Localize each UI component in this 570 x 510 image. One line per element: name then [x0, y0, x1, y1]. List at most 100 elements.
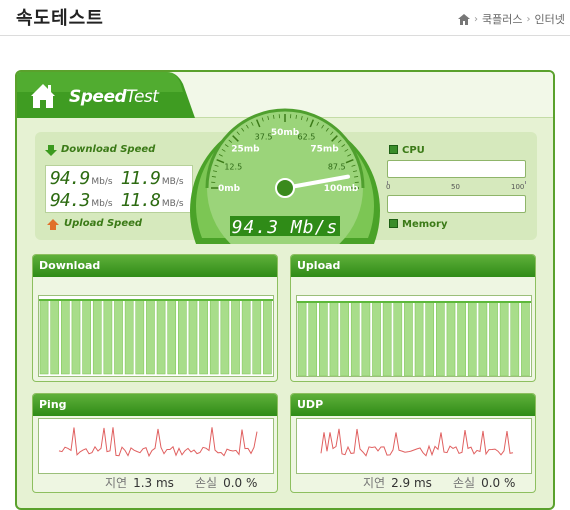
upload-mbytes: 11.8 — [121, 190, 160, 211]
upload-panel: Upload — [290, 254, 536, 382]
upload-panel-title: Upload — [291, 255, 535, 277]
graph-bar — [362, 302, 370, 376]
cpu-icon — [389, 145, 398, 154]
ping-loss-value: 0.0 % — [223, 476, 257, 490]
udp-panel: UDP 지연2.9 ms 손실 0.0 % — [290, 393, 536, 493]
scale-label-100: 100 — [511, 183, 524, 191]
download-panel-title: Download — [33, 255, 277, 277]
udp-loss-key: 손실 — [453, 476, 475, 490]
graph-bar — [372, 302, 380, 376]
upload-mbps: 94.3 — [50, 190, 89, 211]
graph-bar — [479, 302, 487, 376]
latency-line — [321, 429, 513, 456]
upload-readout-row: 94.3 Mb/s 11.8 MB/s — [50, 190, 190, 212]
graph-bar — [263, 300, 271, 374]
graph-bar — [253, 300, 261, 374]
graph-bar — [394, 302, 402, 376]
gauge-label: 50mb — [271, 128, 300, 138]
gauge-label: 62.5 — [298, 132, 316, 141]
memory-icon — [389, 219, 398, 228]
graph-bar — [168, 300, 176, 374]
ping-latency-value: 1.3 ms — [133, 476, 174, 490]
gauge-label: 12.5 — [224, 163, 242, 172]
graph-bar — [298, 302, 306, 376]
graph-bar — [114, 300, 122, 374]
upload-speed-label: Upload Speed — [64, 218, 142, 229]
speedtest-logo: SpeedTest — [17, 72, 197, 118]
graph-bar — [521, 302, 529, 376]
ping-latency: 지연 1.3 ms — [105, 474, 174, 491]
download-arrow-icon — [45, 145, 57, 157]
cpu-label: CPU — [389, 145, 425, 156]
ping-loss: 손실 0.0 % — [195, 474, 257, 491]
graph-bar — [51, 300, 59, 374]
upload-mbytes-unit: MB/s — [162, 199, 184, 209]
graph-bar — [61, 300, 69, 374]
cpu-bar — [387, 160, 526, 178]
graph-bar — [125, 300, 133, 374]
graph-bar — [511, 302, 519, 376]
logo-text-thin: Test — [126, 87, 158, 107]
graph-bar — [83, 300, 91, 374]
gauge-speed-unit: Mb/s — [291, 217, 338, 238]
graph-bar — [72, 300, 80, 374]
gauge-label: 0mb — [218, 184, 241, 194]
graph-bar — [458, 302, 466, 376]
graph-bar — [341, 302, 349, 376]
home-icon[interactable] — [458, 14, 470, 25]
graph-bar — [136, 300, 144, 374]
breadcrumb: › 쿡플러스 › 인터넷 — [458, 11, 565, 27]
graph-bar — [221, 300, 229, 374]
udp-graph — [296, 418, 532, 474]
download-panel: Download — [32, 254, 278, 382]
memory-label: Memory — [389, 219, 447, 230]
usage-scale: 0 50 100 — [387, 181, 526, 193]
ping-loss-key: 손실 — [195, 476, 217, 490]
download-mbytes-unit: MB/s — [162, 177, 184, 187]
chevron-right-icon: › — [474, 14, 478, 25]
graph-bar — [500, 302, 508, 376]
upload-mbps-unit: Mb/s — [91, 199, 112, 209]
gauge-label: 37.5 — [255, 132, 273, 141]
download-mbps: 94.9 — [50, 168, 89, 189]
graph-bar — [146, 300, 154, 374]
breadcrumb-item-internet[interactable]: 인터넷 — [534, 11, 564, 27]
graph-bar — [468, 302, 476, 376]
graph-bar — [231, 300, 239, 374]
gauge-label: 75mb — [310, 144, 339, 154]
udp-latency: 지연2.9 ms — [363, 474, 432, 491]
scale-label-50: 50 — [451, 183, 460, 191]
graph-bar — [200, 300, 208, 374]
upload-graph — [296, 295, 532, 377]
gauge-label: 87.5 — [328, 163, 346, 172]
breadcrumb-item-cookplus[interactable]: 쿡플러스 — [482, 11, 522, 27]
gauge-speed-value: 94.3 Mb/s — [190, 217, 380, 238]
memory-bar — [387, 195, 526, 213]
download-mbps-unit: Mb/s — [91, 177, 112, 187]
graph-bar — [383, 302, 391, 376]
udp-panel-title: UDP — [291, 394, 535, 416]
ping-panel-title: Ping — [33, 394, 277, 416]
cpu-label-text: CPU — [402, 145, 425, 156]
graph-bar — [426, 302, 434, 376]
download-readout-row: 94.9 Mb/s 11.9 MB/s — [50, 168, 190, 190]
graph-bar — [40, 300, 48, 374]
graph-bar — [319, 302, 327, 376]
gauge-label: 100mb — [324, 184, 359, 194]
graph-bar — [178, 300, 186, 374]
memory-label-text: Memory — [402, 219, 447, 230]
ping-panel: Ping 지연 1.3 ms 손실 0.0 % — [32, 393, 278, 493]
graph-bar — [309, 302, 317, 376]
scale-label-0: 0 — [386, 183, 390, 191]
upload-arrow-icon — [47, 219, 59, 231]
graph-bar — [447, 302, 455, 376]
ping-latency-key: 지연 — [105, 476, 127, 490]
latency-line — [59, 427, 257, 456]
page-title: 속도테스트 — [16, 4, 104, 30]
graph-bar — [489, 302, 497, 376]
speed-readout: 94.9 Mb/s 11.9 MB/s 94.3 Mb/s 11.8 MB/s — [45, 165, 193, 213]
download-speed-label: Download Speed — [61, 144, 155, 155]
graph-bar — [404, 302, 412, 376]
udp-loss-value: 0.0 % — [481, 476, 515, 490]
gauge-speed-number: 94.3 — [232, 217, 279, 238]
